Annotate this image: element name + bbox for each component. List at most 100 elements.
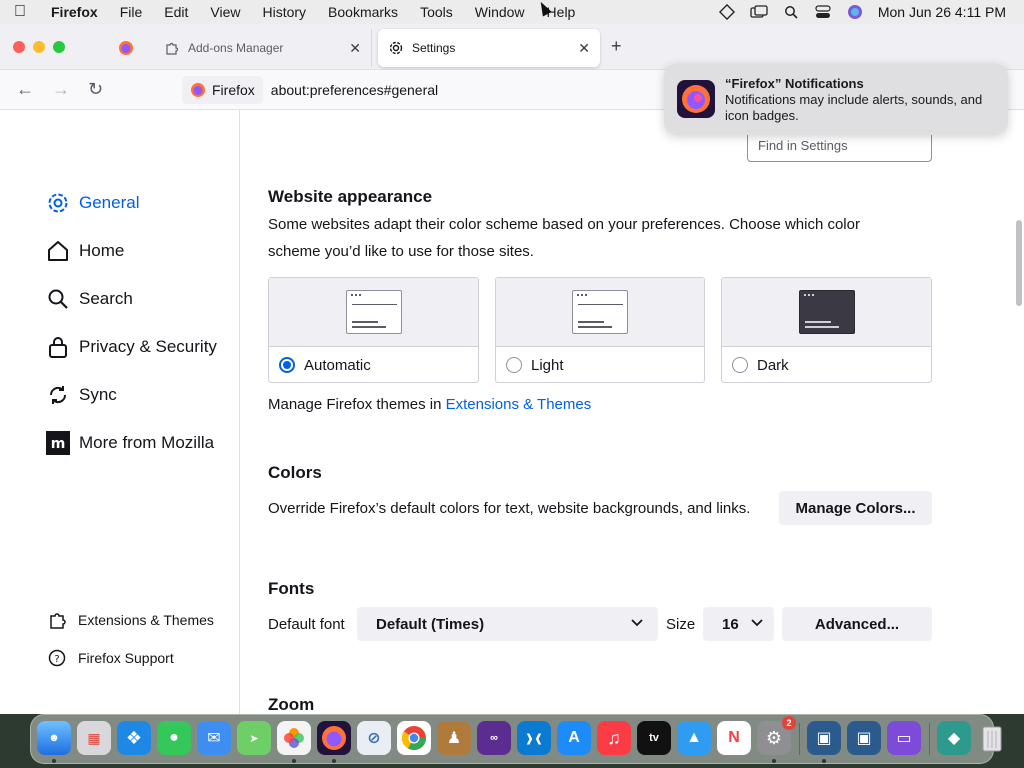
menu-history[interactable]: History bbox=[251, 4, 317, 20]
menu-bookmarks[interactable]: Bookmarks bbox=[317, 4, 409, 20]
system-preferences-icon[interactable]: ⚙ 2 bbox=[757, 716, 796, 755]
default-font-value: Default (Times) bbox=[376, 615, 485, 633]
visual-studio-icon[interactable]: ∞ bbox=[477, 721, 511, 755]
font-size-select[interactable]: 16 bbox=[703, 607, 774, 641]
forward-arrow-icon[interactable]: → bbox=[52, 79, 70, 100]
zoom-window-button[interactable] bbox=[53, 41, 65, 53]
apple-tv-icon[interactable]: tv bbox=[637, 721, 671, 755]
radio-automatic[interactable] bbox=[279, 357, 295, 373]
sync-icon bbox=[46, 383, 70, 407]
menu-view[interactable]: View bbox=[199, 4, 251, 20]
xcode-instruments-icon[interactable]: ⊘ bbox=[357, 721, 391, 755]
siri-icon[interactable] bbox=[846, 5, 864, 19]
manage-themes-text: Manage Firefox themes in bbox=[268, 396, 446, 413]
menu-file[interactable]: File bbox=[109, 4, 154, 20]
theme-option-label-row: Automatic bbox=[269, 347, 478, 383]
sidebar-item-general[interactable]: General bbox=[46, 191, 139, 215]
music-icon[interactable]: ♫ bbox=[597, 721, 631, 755]
tab-settings[interactable]: Settings ✕ bbox=[378, 29, 600, 67]
news-icon[interactable]: N bbox=[717, 721, 751, 755]
identity-box[interactable]: Firefox bbox=[182, 76, 263, 104]
advanced-fonts-button[interactable]: Advanced... bbox=[782, 607, 932, 641]
downloads-folder-icon[interactable]: ◆ bbox=[937, 721, 971, 755]
sidebar-item-more-from-mozilla[interactable]: m More from Mozilla bbox=[46, 431, 214, 455]
app-store-icon[interactable]: A bbox=[557, 721, 591, 755]
radio-light[interactable] bbox=[506, 357, 522, 373]
sidebar-item-privacy-security[interactable]: Privacy & Security bbox=[46, 335, 217, 359]
help-icon: ? bbox=[48, 649, 66, 667]
screen-sharing-icon[interactable]: ▭ bbox=[887, 721, 921, 755]
firefox-dock-icon[interactable] bbox=[317, 721, 351, 755]
radio-dark[interactable] bbox=[732, 357, 748, 373]
firefox-window: Add-ons Manager ✕ Settings ✕ + ← → ↻ Fir… bbox=[0, 24, 1024, 714]
extensions-themes-link[interactable]: Extensions & Themes bbox=[446, 396, 592, 413]
menu-window[interactable]: Window bbox=[464, 4, 536, 20]
mozilla-icon: m bbox=[46, 431, 70, 455]
manage-colors-button[interactable]: Manage Colors... bbox=[779, 491, 932, 525]
default-font-select[interactable]: Default (Times) bbox=[357, 607, 658, 641]
maps-icon[interactable]: ➤ bbox=[237, 721, 271, 755]
sidebar-item-home[interactable]: Home bbox=[46, 239, 124, 263]
screen-mirroring-icon[interactable] bbox=[750, 5, 768, 19]
mail-icon[interactable]: ✉ bbox=[197, 721, 231, 755]
menu-tools[interactable]: Tools bbox=[409, 4, 464, 20]
sidebar-item-label: Home bbox=[79, 241, 125, 260]
menu-firefox[interactable]: Firefox bbox=[40, 4, 109, 20]
contacts-icon[interactable]: ♟ bbox=[437, 721, 471, 755]
tab-label: Add-ons Manager bbox=[188, 41, 284, 55]
chevron-down-icon bbox=[750, 615, 764, 633]
back-arrow-icon[interactable]: ← bbox=[16, 79, 34, 100]
sidebar-link-label: Extensions & Themes bbox=[78, 612, 214, 628]
spotlight-search-icon[interactable] bbox=[782, 5, 800, 19]
settings-page: General Home Search Privacy & Security S… bbox=[0, 110, 1024, 714]
url-text[interactable]: about:preferences#general bbox=[271, 82, 438, 98]
colors-description: Override Firefox’s default colors for te… bbox=[268, 500, 751, 517]
messages-icon[interactable]: ● bbox=[157, 721, 191, 755]
theme-option-automatic[interactable]: Automatic bbox=[268, 277, 479, 383]
close-window-button[interactable] bbox=[13, 41, 25, 53]
apple-menu-icon[interactable]:  bbox=[0, 3, 40, 21]
theme-option-label-row: Dark bbox=[722, 347, 931, 383]
menu-bar-clock[interactable]: Mon Jun 26 4:11 PM bbox=[878, 4, 1006, 20]
reload-icon[interactable]: ↻ bbox=[88, 79, 103, 100]
virtualbox-icon[interactable]: ▣ bbox=[807, 721, 841, 755]
new-tab-plus-icon[interactable]: + bbox=[611, 36, 622, 57]
launchpad-icon[interactable]: ▦ bbox=[77, 721, 111, 755]
close-tab-icon[interactable]: ✕ bbox=[349, 40, 361, 57]
settings-sidebar: General Home Search Privacy & Security S… bbox=[0, 110, 240, 714]
page-scrollbar[interactable] bbox=[1016, 220, 1022, 306]
chevron-down-icon bbox=[630, 615, 644, 633]
menu-edit[interactable]: Edit bbox=[153, 4, 199, 20]
lock-icon bbox=[46, 335, 70, 359]
sidebar-item-sync[interactable]: Sync bbox=[46, 383, 117, 407]
font-size-label: Size bbox=[666, 616, 696, 633]
safari-icon[interactable]: ❖ bbox=[117, 721, 151, 755]
sidebar-link-extensions-themes[interactable]: Extensions & Themes bbox=[48, 611, 214, 629]
home-icon bbox=[46, 239, 70, 263]
sidebar-item-label: Search bbox=[79, 289, 133, 308]
url-bar[interactable]: Firefox about:preferences#general bbox=[182, 74, 662, 106]
control-center-icon[interactable] bbox=[814, 5, 832, 19]
theme-option-dark[interactable]: Dark bbox=[721, 277, 932, 383]
tab-firefox-view[interactable] bbox=[106, 29, 146, 67]
diamond-status-icon[interactable] bbox=[718, 4, 736, 20]
minimize-window-button[interactable] bbox=[33, 41, 45, 53]
sidebar-link-firefox-support[interactable]: ? Firefox Support bbox=[48, 649, 174, 667]
virtualbox-vm-icon[interactable]: ▣ bbox=[847, 721, 881, 755]
tab-label: Settings bbox=[412, 41, 456, 55]
trash-icon[interactable] bbox=[975, 721, 1009, 755]
sidebar-item-label: General bbox=[79, 193, 140, 212]
theme-preview bbox=[496, 278, 704, 347]
tab-addons-manager[interactable]: Add-ons Manager ✕ bbox=[152, 29, 372, 67]
chrome-icon[interactable] bbox=[397, 721, 431, 755]
finder-icon[interactable]: ☻ bbox=[37, 721, 71, 755]
keynote-icon[interactable]: ▲ bbox=[677, 721, 711, 755]
vscode-icon[interactable]: ❱❰ bbox=[517, 721, 551, 755]
theme-option-light[interactable]: Light bbox=[495, 277, 705, 383]
close-tab-icon[interactable]: ✕ bbox=[578, 40, 590, 57]
firefox-notification-banner[interactable]: “Firefox” Notifications Notifications ma… bbox=[664, 64, 1008, 135]
theme-option-label: Automatic bbox=[304, 356, 371, 374]
photos-icon[interactable] bbox=[277, 721, 311, 755]
zoom-heading: Zoom bbox=[268, 695, 315, 714]
sidebar-item-search[interactable]: Search bbox=[46, 287, 133, 311]
